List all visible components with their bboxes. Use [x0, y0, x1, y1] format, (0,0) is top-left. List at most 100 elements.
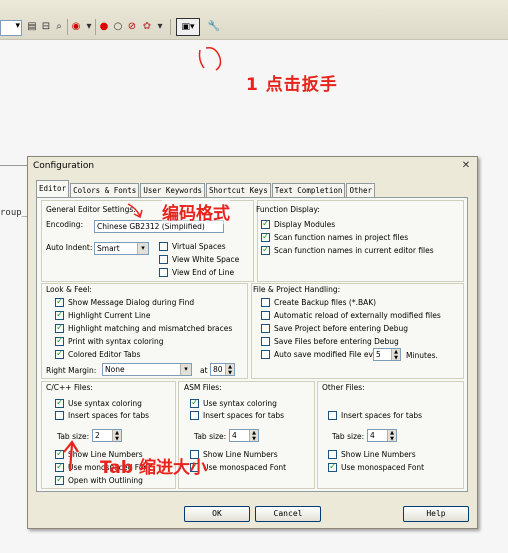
spinner-arrows-icon[interactable]: ▲ ▼ [249, 430, 258, 441]
asm-tab-size-input[interactable]: 4 ▲ ▼ [229, 429, 259, 442]
checkbox[interactable] [190, 398, 199, 409]
auto-save-minutes-input[interactable]: 5 ▲ ▼ [373, 348, 401, 361]
toolbar: ▤ ⊟ ⌕ ◉ ▾ ● ○ ⊘ ✿ ▾ ▣▾ 🔧 [0, 0, 508, 40]
dropdown-arrow-icon[interactable]: ▾ [82, 19, 96, 35]
checkbox[interactable] [159, 242, 168, 251]
checkbox[interactable] [190, 411, 199, 420]
save-project-debug-option[interactable]: Save Project before entering Debug [261, 323, 408, 334]
background-code-text: roup_ [0, 208, 28, 218]
toolbar-separator [67, 19, 68, 35]
auto-reload-option[interactable]: Automatic reload of externally modified … [261, 310, 441, 321]
enable-breakpoint-icon[interactable]: ○ [111, 19, 125, 35]
asm-files-label: ASM Files: [184, 383, 222, 392]
save-files-debug-option[interactable]: Save Files before entering Debug [261, 336, 399, 347]
checkbox[interactable] [55, 462, 64, 473]
checkbox[interactable] [261, 245, 270, 256]
tab-colors-fonts[interactable]: Colors & Fonts [70, 183, 140, 197]
checkbox[interactable] [55, 398, 64, 409]
option-label: Highlight matching and mismatched braces [68, 324, 233, 333]
colored-editor-tabs-option[interactable]: Colored Editor Tabs [55, 349, 140, 360]
right-margin-value: None [105, 365, 125, 374]
ok-button[interactable]: OK [184, 506, 250, 522]
checkbox[interactable] [159, 268, 168, 277]
scan-editor-files-option[interactable]: Scan function names in current editor fi… [261, 245, 434, 256]
checkbox[interactable] [159, 255, 168, 264]
checkbox[interactable] [55, 323, 64, 334]
encoding-hint-annotation: 编码格式 [162, 199, 230, 224]
checkbox[interactable] [261, 298, 270, 307]
tab-shortcut-keys[interactable]: Shortcut Keys [206, 183, 271, 197]
view-white-space-option[interactable]: View White Space [159, 254, 239, 265]
disable-breakpoint-icon[interactable]: ⊘ [125, 19, 139, 35]
option-label: Virtual Spaces [172, 242, 226, 251]
auto-indent-value: Smart [97, 244, 120, 253]
asm-syntax-coloring-option[interactable]: Use syntax coloring [190, 398, 277, 409]
tab-editor[interactable]: Editor [36, 180, 70, 197]
checkbox[interactable] [261, 350, 270, 359]
option-label: Automatic reload of externally modified … [274, 311, 441, 320]
auto-save-option[interactable]: Auto save modified File every [261, 349, 385, 360]
scan-project-files-option[interactable]: Scan function names in project files [261, 232, 408, 243]
option-label: View White Space [172, 255, 240, 264]
cancel-button[interactable]: Cancel [255, 506, 321, 522]
virtual-spaces-option[interactable]: Virtual Spaces [159, 241, 226, 252]
checkbox[interactable] [261, 232, 270, 243]
wrench-icon[interactable]: 🔧 [207, 19, 221, 35]
checkbox[interactable] [261, 311, 270, 320]
checkbox[interactable] [55, 411, 64, 420]
print-syntax-coloring-option[interactable]: Print with syntax coloring [55, 336, 163, 347]
checkbox[interactable] [261, 337, 270, 346]
find-icon[interactable]: ▤ [25, 19, 39, 35]
spinner-arrows-icon[interactable]: ▲ ▼ [225, 364, 234, 375]
toolbar-dropdown[interactable] [0, 20, 22, 36]
spinner-arrows-icon[interactable]: ▲ ▼ [387, 430, 396, 441]
minutes-label: Minutes. [406, 351, 438, 360]
cpp-tab-size-label: Tab size: [57, 432, 90, 441]
cpp-insert-spaces-option[interactable]: Insert spaces for tabs [55, 410, 149, 421]
show-message-dialog-option[interactable]: Show Message Dialog during Find [55, 297, 194, 308]
auto-indent-select[interactable]: Smart ▾ [94, 242, 149, 255]
create-backup-option[interactable]: Create Backup files (*.BAK) [261, 297, 376, 308]
asm-insert-spaces-option[interactable]: Insert spaces for tabs [190, 410, 284, 421]
checkbox[interactable] [328, 450, 337, 459]
checkbox[interactable] [55, 336, 64, 347]
checkbox[interactable] [55, 449, 64, 460]
option-label: Use monospaced Font [341, 463, 425, 472]
other-insert-spaces-option[interactable]: Insert spaces for tabs [328, 410, 422, 421]
highlight-braces-option[interactable]: Highlight matching and mismatched braces [55, 323, 232, 334]
right-margin-select[interactable]: None ▾ [102, 363, 192, 376]
checkbox[interactable] [55, 297, 64, 308]
debug-start-icon[interactable]: ◉ [69, 19, 83, 35]
help-button[interactable]: Help [403, 506, 469, 522]
checkbox[interactable] [55, 349, 64, 360]
find-in-files-icon[interactable]: ⊟ [39, 19, 53, 35]
spinner-arrows-icon[interactable]: ▲ ▼ [112, 430, 121, 441]
checkbox[interactable] [261, 324, 270, 333]
checkbox[interactable] [328, 411, 337, 420]
highlight-current-line-option[interactable]: Highlight Current Line [55, 310, 150, 321]
encoding-label: Encoding: [46, 220, 84, 229]
cpp-tab-size-input[interactable]: 2 ▲ ▼ [92, 429, 122, 442]
breakpoint-icon[interactable]: ● [97, 19, 111, 35]
cpp-syntax-coloring-option[interactable]: Use syntax coloring [55, 398, 142, 409]
checkbox[interactable] [55, 310, 64, 321]
option-label: Display Modules [274, 220, 336, 229]
dropdown-arrow-icon[interactable]: ▾ [153, 19, 167, 35]
window-layout-icon[interactable]: ▣▾ [176, 18, 200, 36]
checkbox[interactable] [55, 475, 64, 486]
display-modules-option[interactable]: Display Modules [261, 219, 335, 230]
tab-other[interactable]: Other [346, 183, 376, 197]
spinner-arrows-icon[interactable]: ▲ ▼ [391, 349, 400, 360]
other-tab-size-input[interactable]: 4 ▲ ▼ [367, 429, 397, 442]
view-end-of-line-option[interactable]: View End of Line [159, 267, 234, 278]
checkbox[interactable] [261, 219, 270, 230]
other-monospaced-option[interactable]: Use monospaced Font [328, 462, 424, 473]
right-margin-column-input[interactable]: 80 ▲ ▼ [210, 363, 235, 376]
incremental-find-icon[interactable]: ⌕ [52, 19, 66, 35]
tab-text-completion[interactable]: Text Completion [271, 183, 346, 197]
other-line-numbers-option[interactable]: Show Line Numbers [328, 449, 416, 460]
checkbox[interactable] [328, 462, 337, 473]
tab-user-keywords[interactable]: User Keywords [140, 183, 206, 197]
close-icon[interactable]: ✕ [460, 160, 472, 172]
kill-breakpoints-icon[interactable]: ✿ [140, 19, 154, 35]
